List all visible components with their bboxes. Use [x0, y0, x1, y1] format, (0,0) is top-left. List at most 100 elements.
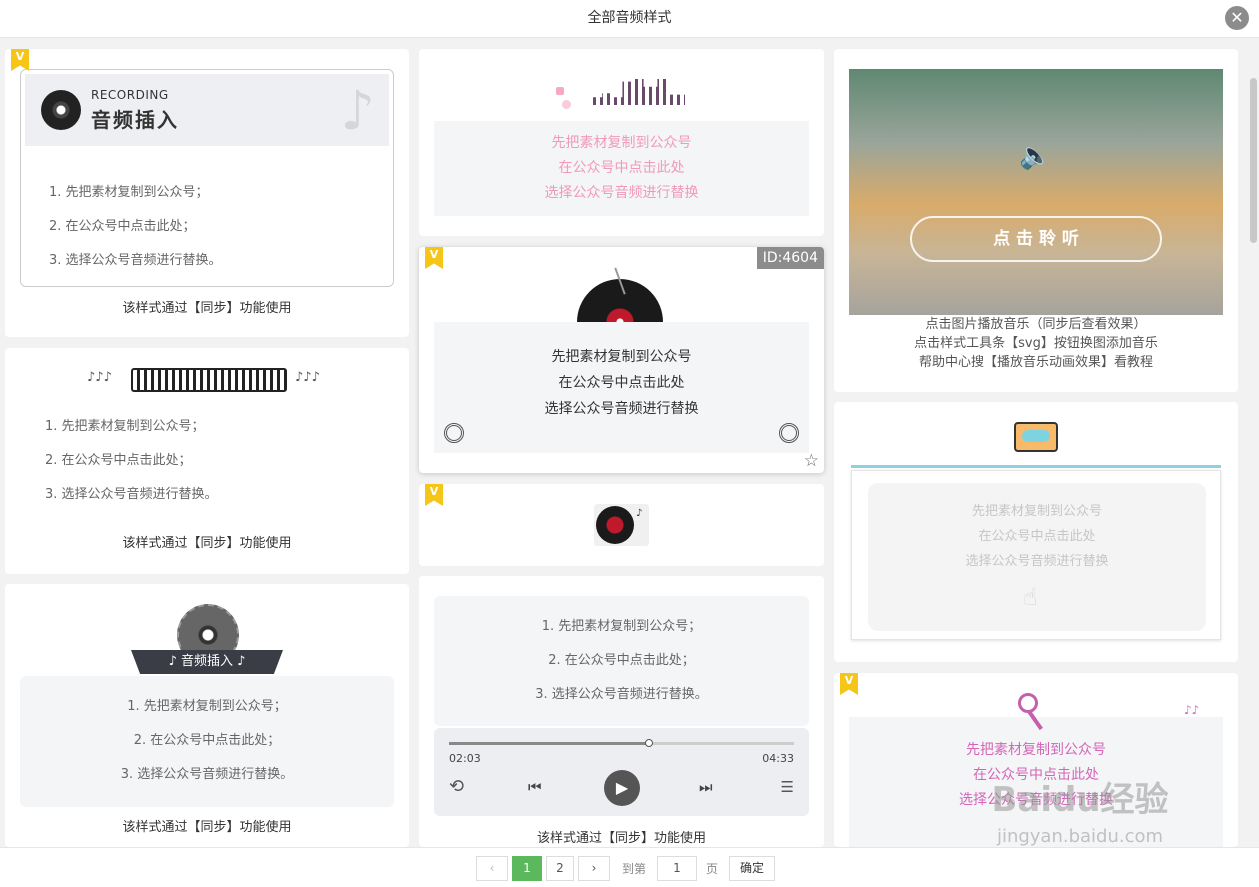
list-item: 1. 先把素材复制到公众号；: [49, 185, 209, 200]
list-item: 2. 在公众号中点击此处；: [45, 453, 192, 468]
listen-button[interactable]: 点 击 聆 听: [910, 216, 1162, 262]
card-caption: 该样式通过【同步】功能使用: [122, 301, 292, 316]
card-caption: 该样式通过【同步】功能使用: [122, 536, 292, 551]
audio-style-card-7[interactable]: 1. 先把素材复制到公众号； 2. 在公众号中点击此处； 3. 选择公众号音频进…: [419, 576, 824, 847]
pagination-bar: ‹ 1 2 › 到第 1 页 确定: [0, 847, 1259, 887]
audio-style-card-8[interactable]: 🔈 点 击 聆 听 点击图片播放音乐（同步后查看效果） 点击样式工具条【svg】…: [834, 49, 1238, 392]
card-caption: 该样式通过【同步】功能使用: [536, 831, 706, 846]
goto-label: 到第: [622, 862, 647, 876]
confirm-button[interactable]: 确定: [729, 856, 775, 881]
progress-fill: [449, 742, 650, 745]
instruction-line: 先把素材复制到公众号: [551, 349, 692, 365]
piano-keys: [131, 368, 287, 392]
sound-wave-icon: [593, 79, 685, 105]
page-unit-label: 页: [706, 862, 719, 876]
recording-frame: RECORDING 音频插入 ♪ 1. 先把素材复制到公众号； 2. 在公众号中…: [20, 69, 394, 287]
vip-badge-icon: V: [425, 484, 443, 506]
instruction-line: 在公众号中点击此处: [558, 375, 685, 391]
prev-page-button[interactable]: ‹: [476, 856, 508, 881]
piano-keyboard-icon: ♪♪♪ ♪♪♪: [87, 366, 327, 394]
speaker-ring-icon: [444, 423, 464, 443]
steps-list: 1. 先把素材复制到公众号； 2. 在公众号中点击此处； 3. 选择公众号音频进…: [45, 410, 218, 512]
recording-label: RECORDING: [91, 88, 169, 102]
instructions-panel: 先把素材复制到公众号 在公众号中点击此处 选择公众号音频进行替换: [434, 322, 809, 453]
cassette-frame: 先把素材复制到公众号 在公众号中点击此处 选择公众号音频进行替换 ☝: [851, 470, 1221, 640]
instruction-line: 选择公众号音频进行替换: [544, 185, 699, 201]
note-line: 帮助中心搜【播放音乐动画效果】看教程: [918, 355, 1153, 370]
repeat-icon[interactable]: ⟲: [449, 776, 464, 797]
progress-knob[interactable]: [645, 739, 654, 747]
instructions-panel: 先把素材复制到公众号 在公众号中点击此处 选择公众号音频进行替换 ☝: [868, 483, 1206, 631]
music-notes-icon: ♪♪♪: [87, 370, 112, 385]
dialog-header: 全部音频样式 ✕: [0, 0, 1259, 38]
page-2-button[interactable]: 2: [546, 856, 574, 881]
recording-banner: RECORDING 音频插入 ♪: [25, 74, 389, 146]
time-current: 02:03: [449, 752, 481, 765]
list-item: 3. 选择公众号音频进行替换。: [120, 767, 294, 782]
audio-style-card-4[interactable]: 先把素材复制到公众号 在公众号中点击此处 选择公众号音频进行替换: [419, 49, 824, 236]
cyan-divider: [851, 465, 1221, 468]
style-id-badge: ID:4604: [756, 247, 824, 269]
listen-label: 点 击 聆 听: [993, 229, 1079, 249]
audio-style-card-2[interactable]: ♪♪♪ ♪♪♪ 1. 先把素材复制到公众号； 2. 在公众号中点击此处； 3. …: [5, 348, 409, 574]
list-item: 3. 选择公众号音频进行替换。: [45, 487, 218, 502]
playlist-icon[interactable]: ☰: [781, 778, 794, 796]
dialog-title: 全部音频样式: [587, 10, 672, 26]
next-page-button[interactable]: ›: [578, 856, 610, 881]
audio-style-card-3[interactable]: ♪ 音频插入 ♪ 1. 先把素材复制到公众号； 2. 在公众号中点击此处； 3.…: [5, 584, 409, 847]
list-item: 2. 在公众号中点击此处；: [548, 653, 695, 668]
vip-badge-icon: V: [840, 673, 858, 695]
audio-insert-banner: ♪ 音频插入 ♪: [131, 650, 283, 674]
vip-badge-icon: V: [425, 247, 443, 269]
list-item: 3. 选择公众号音频进行替换。: [535, 687, 708, 702]
previous-icon[interactable]: ⏮: [528, 778, 542, 796]
instructions-panel: 先把素材复制到公众号 在公众号中点击此处 选择公众号音频进行替换: [434, 121, 809, 216]
list-item: 1. 先把素材复制到公众号；: [45, 419, 205, 434]
scrollbar[interactable]: [1250, 78, 1257, 243]
vinyl-record-icon: [41, 90, 81, 130]
list-item: 1. 先把素材复制到公众号；: [127, 699, 287, 714]
favorite-star-icon[interactable]: ☆: [804, 451, 819, 471]
steps-list: 1. 先把素材复制到公众号； 2. 在公众号中点击此处； 3. 选择公众号音频进…: [434, 596, 809, 712]
audio-style-card-1[interactable]: V RECORDING 音频插入 ♪ 1. 先把素材复制到公众号； 2. 在公众…: [5, 49, 409, 337]
goto-page-input[interactable]: 1: [657, 856, 697, 881]
card-caption: 该样式通过【同步】功能使用: [122, 820, 292, 835]
audio-player: 02:03 04:33 ⟲ ⏮ ▶ ⏭ ☰: [434, 728, 809, 816]
watermark-url: jingyan.baidu.com: [996, 826, 1164, 847]
cassette-tape-icon: [1014, 422, 1058, 452]
instruction-line: 选择公众号音频进行替换: [544, 401, 699, 417]
audio-style-card-9[interactable]: 先把素材复制到公众号 在公众号中点击此处 选择公众号音频进行替换 ☝: [834, 402, 1238, 662]
watermark-brand: Baidu经验: [991, 780, 1169, 820]
turntable-icon: ♪: [594, 504, 649, 546]
audio-style-card-5[interactable]: V ID:4604 先把素材复制到公众号 在公众号中点击此处 选择公众号音频进行…: [419, 247, 824, 473]
music-notes-icon: ♪♪: [1184, 703, 1200, 717]
close-icon[interactable]: ✕: [1225, 6, 1249, 30]
style-gallery: V RECORDING 音频插入 ♪ 1. 先把素材复制到公众号； 2. 在公众…: [0, 38, 1259, 847]
list-item: 2. 在公众号中点击此处；: [49, 219, 196, 234]
list-item: 2. 在公众号中点击此处；: [133, 733, 281, 748]
pink-dots-icon: [556, 87, 571, 111]
audio-insert-title: 音频插入: [91, 108, 179, 132]
time-total: 04:33: [762, 752, 794, 765]
music-notes-icon: ♪♪♪: [295, 370, 320, 385]
steps-panel: 1. 先把素材复制到公众号； 2. 在公众号中点击此处； 3. 选择公众号音频进…: [20, 676, 394, 807]
music-note-icon: ♪: [340, 79, 375, 142]
audio-style-card-6[interactable]: V ♪: [419, 484, 824, 566]
list-item: 1. 先把素材复制到公众号；: [541, 619, 702, 634]
speaker-icon: 🔈: [1019, 141, 1052, 171]
speaker-ring-icon: [779, 423, 799, 443]
classroom-image[interactable]: 🔈 点 击 聆 听: [849, 69, 1223, 315]
hand-pointer-icon: ☝: [1023, 583, 1038, 611]
instruction-line: 在公众号中点击此处: [558, 160, 685, 176]
progress-track[interactable]: [449, 739, 794, 747]
page-1-button[interactable]: 1: [512, 856, 542, 881]
banner-label: ♪ 音频插入 ♪: [168, 654, 246, 669]
instruction-line: 先把素材复制到公众号: [971, 504, 1102, 519]
steps-list: 1. 先把素材复制到公众号； 2. 在公众号中点击此处； 3. 选择公众号音频进…: [49, 176, 222, 278]
instruction-line: 先把素材复制到公众号: [966, 742, 1106, 758]
usage-notes: 点击图片播放音乐（同步后查看效果） 点击样式工具条【svg】按钮换图添加音乐 帮…: [834, 315, 1238, 372]
vip-badge-icon: V: [11, 49, 29, 71]
instruction-line: 先把素材复制到公众号: [551, 135, 692, 151]
next-icon[interactable]: ⏭: [699, 778, 713, 796]
play-button[interactable]: ▶: [604, 770, 640, 806]
